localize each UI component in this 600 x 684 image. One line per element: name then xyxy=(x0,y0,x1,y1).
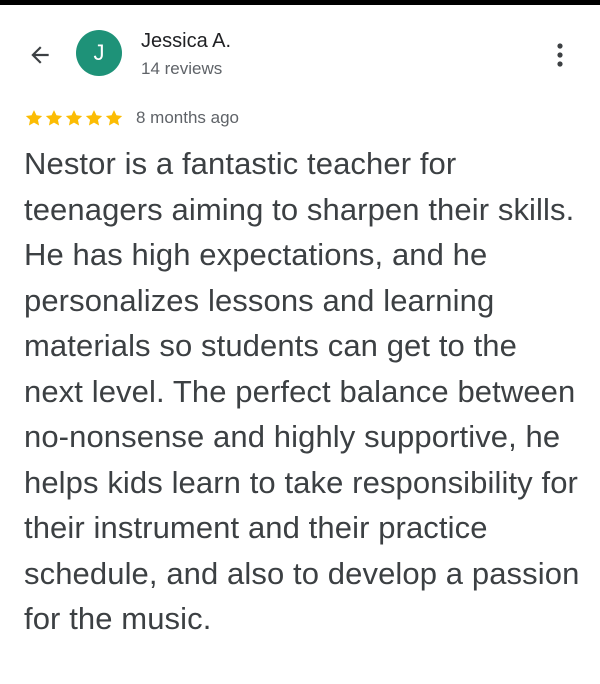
star-icon xyxy=(45,110,63,126)
reviewer-name[interactable]: Jessica A. xyxy=(141,30,231,53)
star-icon xyxy=(65,110,83,126)
more-options-button[interactable] xyxy=(546,35,574,75)
star-icon xyxy=(85,110,103,126)
star-icon xyxy=(105,110,123,126)
avatar-initial: J xyxy=(93,40,105,65)
star-rating xyxy=(24,108,124,128)
back-button[interactable] xyxy=(22,37,58,73)
reviewer-review-count: 14 reviews xyxy=(141,59,223,78)
review-date: 8 months ago xyxy=(136,108,240,127)
review-text: Nestor is a fantastic teacher for teenag… xyxy=(24,146,580,636)
star-icon xyxy=(25,110,43,126)
avatar[interactable]: J xyxy=(76,30,122,76)
rating-row: 8 months ago xyxy=(24,106,239,130)
review-header: J Jessica A. 14 reviews xyxy=(0,5,600,95)
arrow-back-icon xyxy=(31,46,49,64)
more-vert-icon xyxy=(557,43,563,67)
